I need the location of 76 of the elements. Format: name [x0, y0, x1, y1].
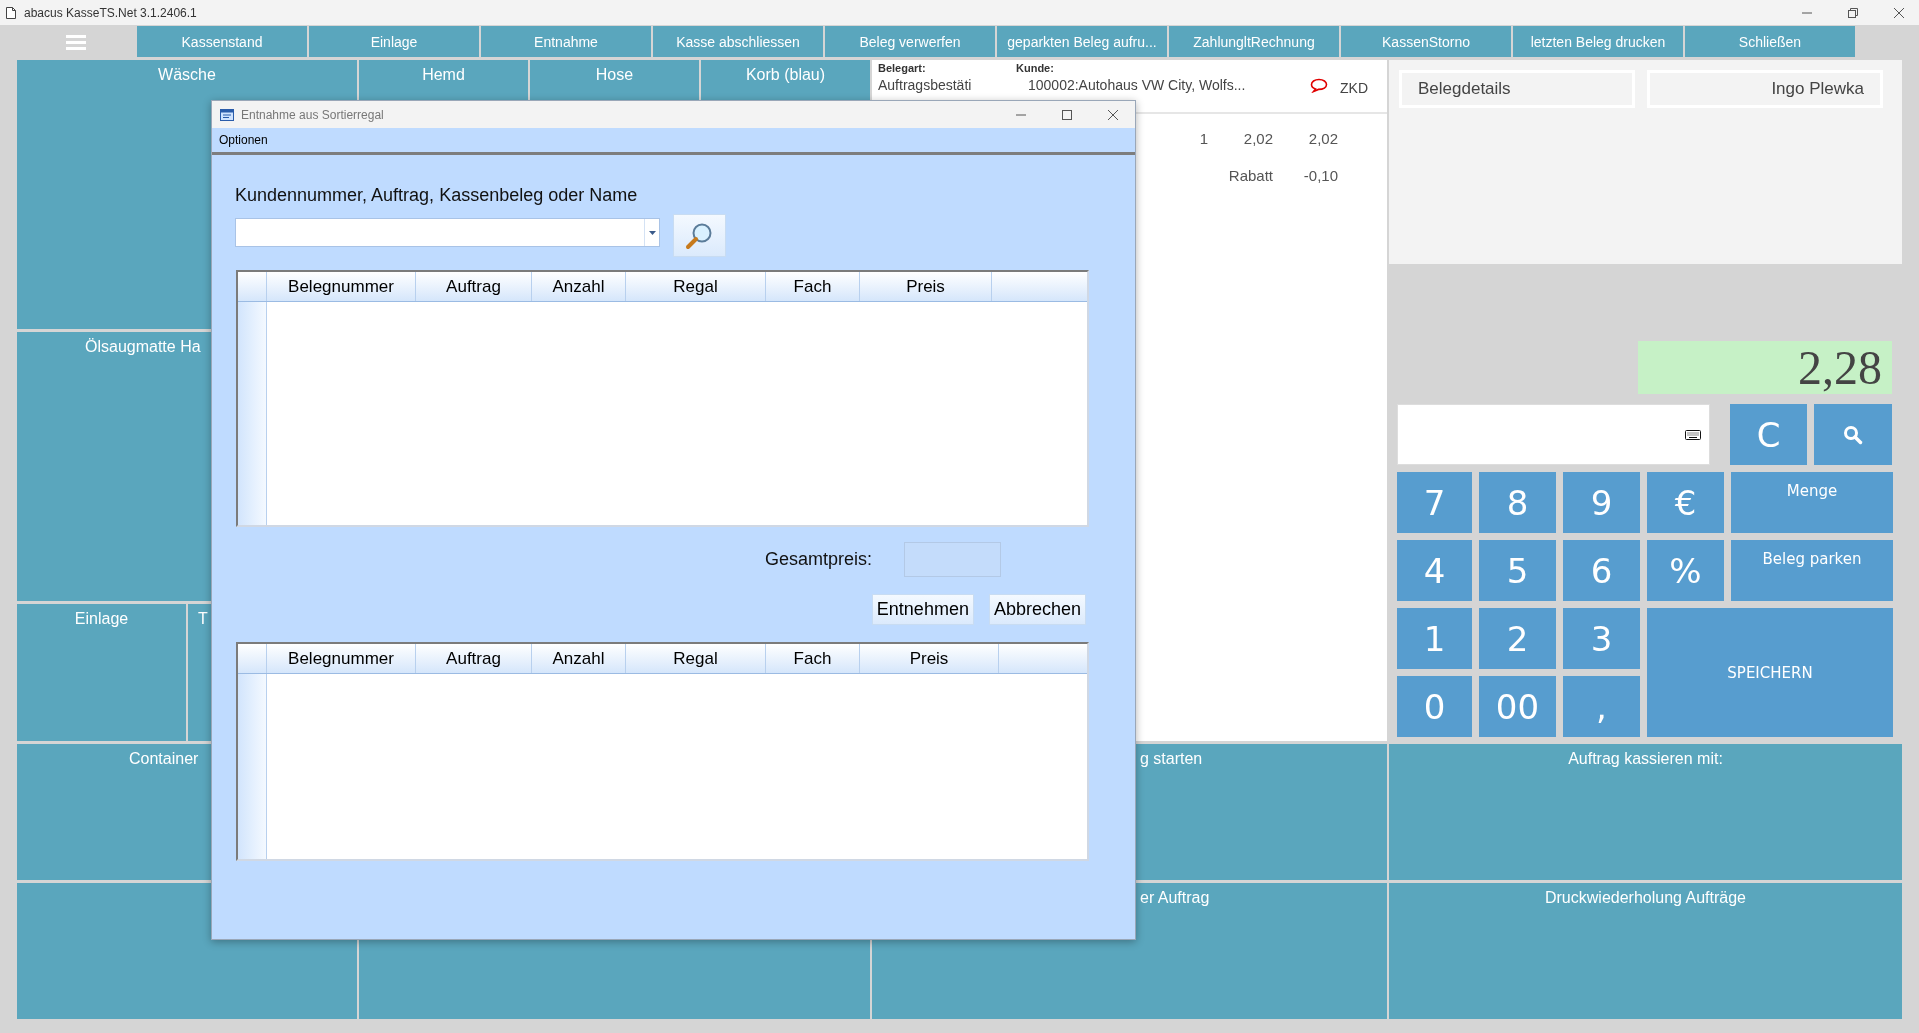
toolbar-button[interactable]: Schließen [1685, 26, 1855, 57]
toolbar-button[interactable]: KassenStorno [1341, 26, 1511, 57]
key-button[interactable]: % [1647, 540, 1724, 601]
toolbar-button[interactable]: Einlage [309, 26, 479, 57]
key-button[interactable]: € [1647, 472, 1724, 533]
field-label: Kunde: [1016, 62, 1055, 74]
column-header[interactable]: Fach [766, 272, 860, 301]
field-label: Belegart: [878, 62, 927, 74]
key-button[interactable]: , [1563, 676, 1640, 737]
form-icon [220, 108, 234, 121]
input-field[interactable] [1397, 404, 1710, 465]
column-header[interactable]: Belegnummer [267, 644, 416, 673]
key-button[interactable]: 4 [1397, 540, 1472, 601]
column-header[interactable]: Belegnummer [267, 272, 416, 301]
discount-label: Rabatt [1227, 167, 1273, 184]
column-header[interactable]: Regal [626, 272, 766, 301]
column-header[interactable]: Anzahl [532, 644, 626, 673]
search-button[interactable] [673, 214, 726, 257]
field-value: 100002:Autohaus VW City, Wolfs... [1027, 77, 1247, 93]
column-header[interactable]: Anzahl [532, 272, 626, 301]
key-button[interactable]: 2 [1479, 608, 1556, 669]
search-button[interactable] [1814, 404, 1892, 465]
toolbar-button[interactable]: Beleg verwerfen [825, 26, 995, 57]
quantity: 1 [1198, 130, 1208, 147]
toolbar-button[interactable]: ZahlungltRechnung [1169, 26, 1339, 57]
search-icon [1843, 424, 1863, 445]
tile-button[interactable]: Druckwiederholung Aufträge [1389, 883, 1902, 1019]
toolbar-button[interactable]: letzten Beleg drucken [1513, 26, 1683, 57]
discount-amount: -0,10 [1302, 167, 1338, 184]
total-display: 2,28 [1638, 341, 1892, 394]
action-button[interactable]: Menge [1731, 472, 1893, 533]
column-header[interactable]: Preis [860, 644, 999, 673]
toolbar-button[interactable]: Entnahme [481, 26, 651, 57]
field-value: Auftragsbestäti [878, 77, 973, 93]
total-label: Gesamtpreis: [764, 549, 872, 570]
restore-icon[interactable] [1847, 6, 1859, 19]
column-header[interactable]: Auftrag [416, 644, 532, 673]
column-header[interactable]: Auftrag [416, 272, 532, 301]
window-title: abacus KasseTS.Net 3.1.2406.1 [24, 5, 197, 20]
dialog-button[interactable]: Abbrechen [988, 594, 1086, 625]
customer-code-text: ZKD [1340, 80, 1368, 96]
key-button[interactable]: 3 [1563, 608, 1640, 669]
toolbar-button[interactable]: Kassenstand [137, 26, 307, 57]
line-total: 2,02 [1307, 130, 1338, 147]
user-name: Ingo Plewka [1647, 70, 1883, 108]
unit-price: 2,02 [1242, 130, 1273, 147]
key-button[interactable]: 7 [1397, 472, 1472, 533]
tile-button[interactable]: Auftrag kassieren mit: [1389, 744, 1902, 880]
column-header[interactable]: Regal [626, 644, 766, 673]
action-button[interactable]: Beleg parken [1731, 540, 1893, 601]
key-button[interactable]: 5 [1479, 540, 1556, 601]
save-button[interactable]: SPEICHERN [1647, 608, 1893, 737]
column-header[interactable]: Preis [860, 272, 992, 301]
key-button[interactable]: 8 [1479, 472, 1556, 533]
menu-icon[interactable] [66, 33, 86, 50]
close-icon[interactable] [1893, 6, 1905, 19]
key-button[interactable]: 6 [1563, 540, 1640, 601]
tile-button[interactable]: Einlage [17, 604, 186, 741]
keyboard-icon [1685, 429, 1701, 440]
toolbar-button[interactable]: Kasse abschliessen [653, 26, 823, 57]
close-icon[interactable] [1107, 108, 1119, 121]
key-button[interactable]: 0 [1397, 676, 1472, 737]
dropdown-arrow-icon [648, 230, 656, 235]
key-button[interactable]: 1 [1397, 608, 1472, 669]
toolbar-button[interactable]: geparkten Beleg aufru... [997, 26, 1167, 57]
key-button[interactable]: 00 [1479, 676, 1556, 737]
menu-item[interactable]: Optionen [219, 133, 268, 147]
dialog-button[interactable]: Entnehmen [871, 594, 974, 625]
clear-button[interactable]: C [1730, 404, 1807, 465]
maximize-icon[interactable] [1061, 108, 1073, 121]
document-icon [6, 6, 16, 19]
column-header[interactable]: Fach [766, 644, 860, 673]
speech-bubble-icon [1310, 78, 1328, 93]
search-combo-box[interactable] [235, 218, 660, 247]
key-button[interactable]: 9 [1563, 472, 1640, 533]
details-button[interactable]: Belegdetails [1399, 70, 1635, 108]
